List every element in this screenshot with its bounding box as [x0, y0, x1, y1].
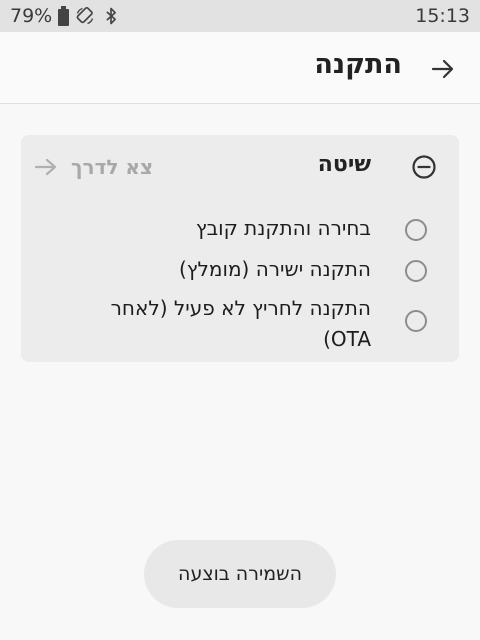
option-label: התקנה ישירה (מומלץ) — [178, 257, 371, 281]
app-bar: התקנה — [0, 32, 480, 104]
bluetooth-icon — [106, 7, 117, 25]
option-select-file[interactable]: בחירה והתקנת קובץ — [21, 213, 459, 247]
option-label: התקנה לחריץ לא פעיל (לאחר OTA) — [110, 296, 371, 351]
proceed-label: צא לדרך — [71, 155, 154, 179]
minus-circle-icon[interactable] — [411, 154, 437, 180]
battery-percent: 79% — [10, 5, 53, 27]
option-label: בחירה והתקנת קובץ — [195, 216, 371, 240]
radio-button[interactable] — [405, 260, 427, 282]
option-inactive-slot[interactable]: התקנה לחריץ לא פעיל (לאחר OTA) — [21, 293, 459, 355]
proceed-button[interactable]: צא לדרך — [35, 155, 153, 179]
method-card: שיטה צא לדרך בחירה והתקנת קובץ התקנה ישי… — [21, 135, 459, 362]
arrow-right-icon[interactable] — [430, 56, 456, 82]
toast-message: השמירה בוצעה — [144, 540, 336, 608]
battery-icon — [58, 6, 70, 26]
clock: 15:13 — [415, 5, 470, 27]
status-icons: 79% — [10, 5, 121, 27]
option-direct-install[interactable]: התקנה ישירה (מומלץ) — [21, 254, 459, 288]
radio-button[interactable] — [405, 219, 427, 241]
status-bar: 79% 15:13 — [0, 0, 480, 32]
rotate-icon — [76, 7, 94, 25]
arrow-right-icon — [35, 158, 57, 176]
radio-button[interactable] — [405, 310, 427, 332]
section-title: שיטה — [317, 152, 371, 177]
page-title: התקנה — [314, 49, 402, 80]
